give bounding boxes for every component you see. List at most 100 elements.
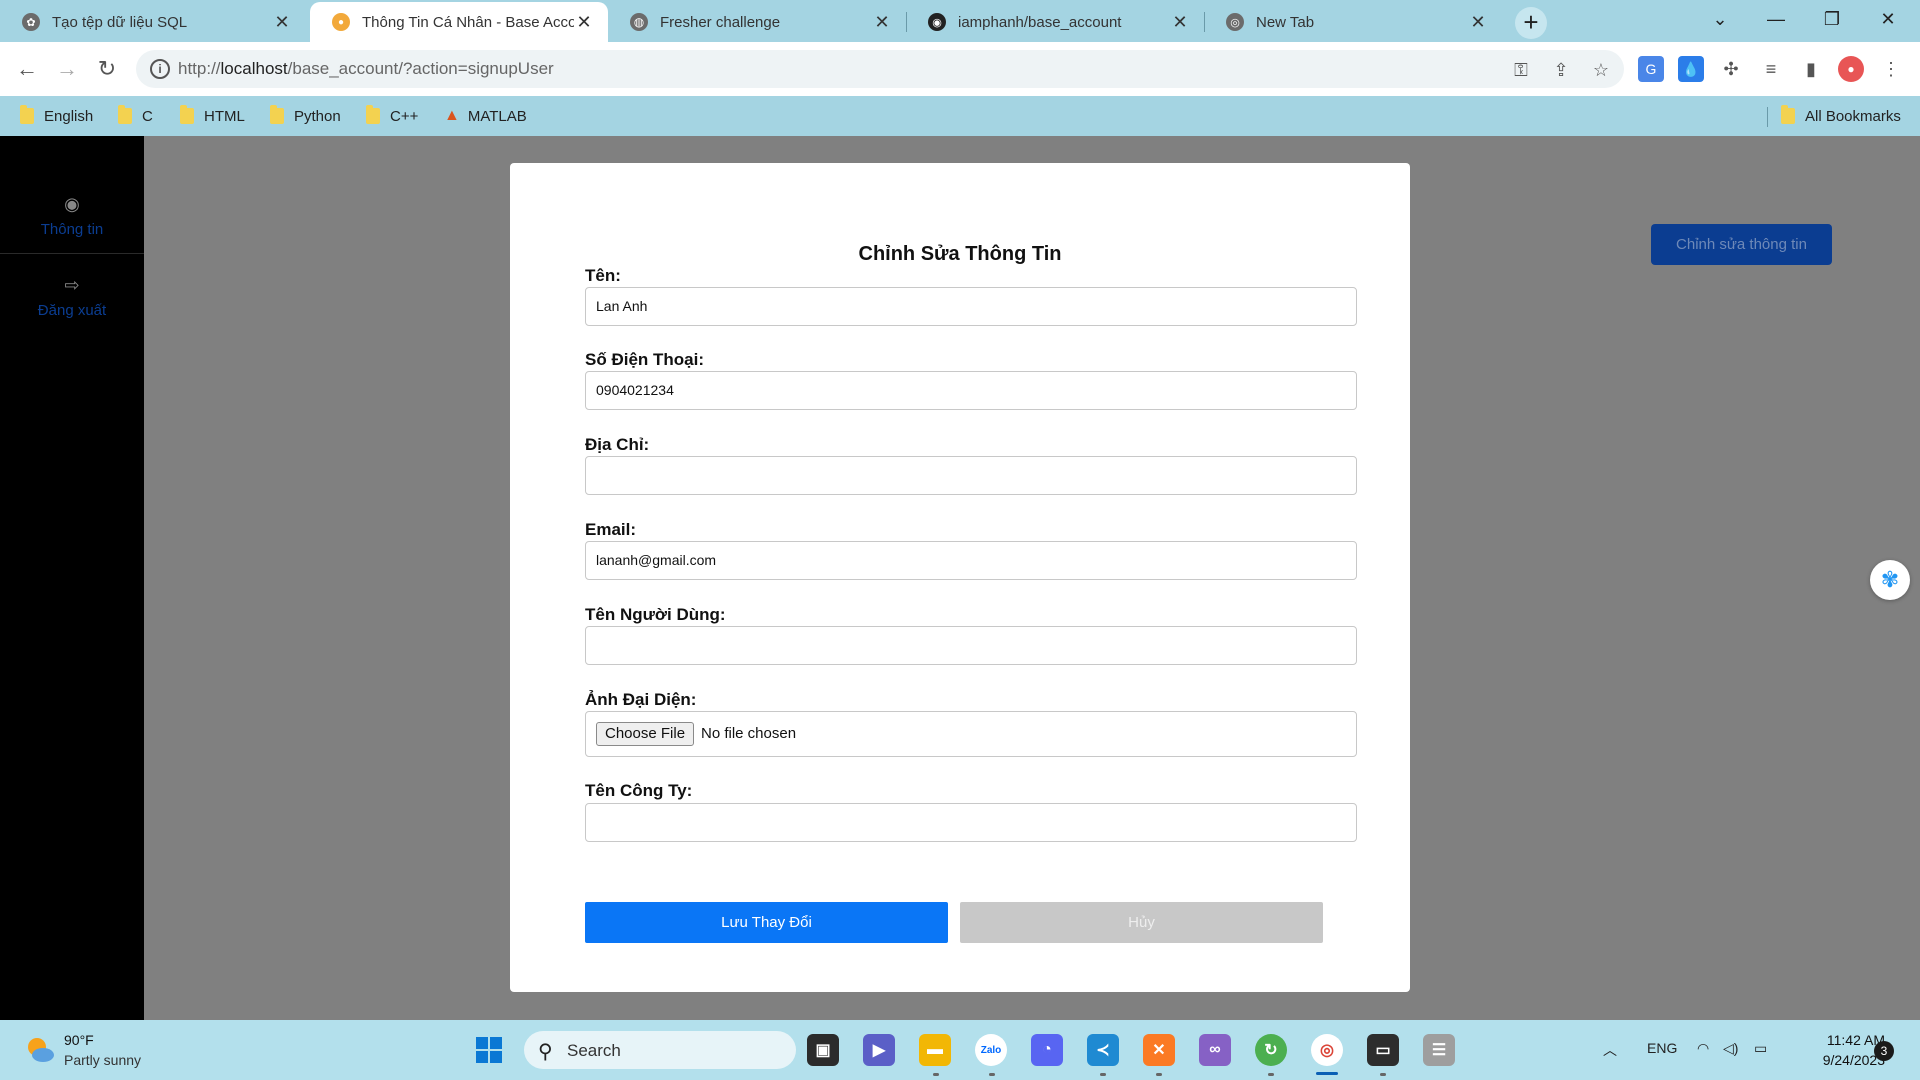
sidebar-item-logout[interactable]: ⇨ Đăng xuất — [0, 275, 144, 319]
notification-count-badge[interactable]: 3 — [1874, 1041, 1894, 1061]
share-icon[interactable]: ⇪ — [1550, 59, 1572, 81]
close-tab-icon[interactable]: ✕ — [872, 12, 892, 33]
clock-date: 9/24/2023 — [1822, 1052, 1885, 1068]
folder-icon — [1781, 105, 1795, 124]
visual-studio-icon[interactable]: ∞ — [1199, 1034, 1231, 1066]
wifi-icon[interactable]: ◠ — [1697, 1040, 1709, 1057]
weather-description[interactable]: Partly sunny — [64, 1052, 141, 1068]
bookmark-c[interactable]: C — [118, 104, 153, 128]
all-bookmarks[interactable]: All Bookmarks — [1781, 104, 1901, 128]
file-explorer-icon[interactable]: ▬ — [919, 1034, 951, 1066]
running-indicator — [1100, 1073, 1106, 1076]
key-icon[interactable]: ⚿ — [1510, 59, 1532, 81]
bookmark-label: HTML — [204, 107, 245, 125]
active-indicator — [1316, 1072, 1338, 1075]
volume-icon[interactable]: ◁) — [1723, 1040, 1738, 1057]
tab-base-account[interactable]: ● Thông Tin Cá Nhân - Base Account ✕ — [310, 2, 608, 42]
teams-icon[interactable]: ▶ — [863, 1034, 895, 1066]
app-green-icon[interactable]: ↻ — [1255, 1034, 1287, 1066]
tab-sql[interactable]: ✿ Tạo tệp dữ liệu SQL ✕ — [0, 2, 306, 42]
translate-extension-icon[interactable]: G — [1638, 56, 1664, 82]
water-drop-extension-icon[interactable]: 💧 — [1678, 56, 1704, 82]
task-view-icon[interactable]: ▣ — [807, 1034, 839, 1066]
company-label: Tên Công Ty: — [585, 781, 693, 800]
xampp-icon[interactable]: ✕ — [1143, 1034, 1175, 1066]
taskbar-search[interactable]: ⚲ Search — [524, 1031, 796, 1069]
taskbar-clock[interactable]: 11:42 AM 9/24/2023 — [1795, 1030, 1885, 1070]
choose-file-button[interactable]: Choose File — [596, 722, 695, 746]
battery-icon[interactable]: ▭ — [1754, 1040, 1767, 1057]
logout-icon: ⇨ — [64, 275, 80, 295]
bookmark-star-icon[interactable]: ☆ — [1590, 59, 1612, 81]
close-window-icon[interactable]: ✕ — [1860, 0, 1916, 38]
save-button[interactable]: Lưu Thay Đổi — [585, 902, 948, 943]
bookmark-python[interactable]: Python — [270, 104, 341, 128]
menu-dots-icon[interactable]: ⋮ — [1878, 56, 1904, 82]
weather-temperature[interactable]: 90°F — [64, 1032, 94, 1048]
username-label: Tên Người Dùng: — [585, 605, 726, 624]
discord-icon[interactable]: ◔ — [1031, 1034, 1063, 1066]
minimize-icon[interactable]: — — [1748, 0, 1804, 38]
reading-list-icon[interactable]: ≡ — [1758, 56, 1784, 82]
show-hidden-icons-chevron-icon[interactable]: ︿ — [1603, 1040, 1617, 1060]
close-tab-icon[interactable]: ✕ — [1170, 12, 1190, 33]
side-panel-icon[interactable]: ▮ — [1798, 56, 1824, 82]
taskbar: 90°F Partly sunny ⚲ Search ▣ ▶ ▬ Zalo ◔ … — [0, 1020, 1920, 1080]
bookmark-label: C++ — [390, 107, 419, 125]
address-input[interactable] — [585, 456, 1357, 495]
bookmark-label: Python — [294, 107, 341, 125]
assistant-floating-icon[interactable]: ✾ — [1870, 560, 1910, 600]
tab-new-tab[interactable]: ◎ New Tab ✕ — [1204, 2, 1502, 42]
tab-search-chevron-icon[interactable]: ⌄ — [1692, 0, 1748, 38]
running-indicator — [933, 1073, 939, 1076]
vscode-icon[interactable]: ≺ — [1087, 1034, 1119, 1066]
tab-github[interactable]: ◉ iamphanh/base_account ✕ — [906, 2, 1204, 42]
bookmark-english[interactable]: English — [20, 104, 93, 128]
phone-label: Số Điện Thoại: — [585, 350, 704, 369]
matlab-icon: ▲ — [444, 107, 460, 124]
folder-icon — [270, 105, 284, 124]
search-icon: ⚲ — [538, 1041, 553, 1063]
search-label: Search — [567, 1041, 621, 1060]
tab-fresher-challenge[interactable]: ◍ Fresher challenge ✕ — [608, 2, 906, 42]
bookmark-label: All Bookmarks — [1805, 107, 1901, 125]
extensions-puzzle-icon[interactable]: ✣ — [1718, 56, 1744, 82]
new-tab-button[interactable]: + — [1515, 7, 1547, 39]
tab-title: New Tab — [1256, 13, 1315, 31]
restore-icon[interactable]: ❐ — [1804, 0, 1860, 38]
chrome-taskbar-icon[interactable]: ◎ — [1311, 1034, 1343, 1066]
tab-title: iamphanh/base_account — [958, 13, 1122, 31]
tab-title: Thông Tin Cá Nhân - Base Account — [362, 13, 574, 31]
bookmark-label: C — [142, 107, 153, 125]
edit-profile-modal: Chỉnh Sửa Thông Tin Tên: Lan Anh Số Điện… — [510, 163, 1410, 992]
modal-title: Chỉnh Sửa Thông Tin — [858, 243, 1062, 265]
name-input[interactable]: Lan Anh — [585, 287, 1357, 326]
bookmark-html[interactable]: HTML — [180, 104, 245, 128]
zalo-icon[interactable]: Zalo — [975, 1034, 1007, 1066]
user-circle-icon: ◉ — [64, 194, 80, 214]
sidebar-item-label: Thông tin — [40, 221, 104, 238]
site-info-icon[interactable]: i — [150, 59, 170, 79]
sidebar-item-profile[interactable]: ◉ Thông tin — [0, 194, 144, 238]
language-indicator[interactable]: ENG — [1647, 1040, 1677, 1056]
back-icon[interactable]: ← — [12, 54, 42, 84]
close-tab-icon[interactable]: ✕ — [272, 12, 292, 33]
reload-icon[interactable]: ↻ — [92, 54, 122, 84]
windows-start-icon[interactable] — [473, 1034, 505, 1066]
email-input[interactable]: lananh@gmail.com — [585, 541, 1357, 580]
forward-icon[interactable]: → — [52, 54, 82, 84]
username-input[interactable] — [585, 626, 1357, 665]
close-tab-icon[interactable]: ✕ — [574, 12, 594, 33]
database-icon[interactable]: ☰ — [1423, 1034, 1455, 1066]
close-tab-icon[interactable]: ✕ — [1468, 12, 1488, 33]
edit-profile-button[interactable]: Chỉnh sửa thông tin — [1651, 224, 1832, 265]
terminal-icon[interactable]: ▭ — [1367, 1034, 1399, 1066]
bookmark-matlab[interactable]: ▲ MATLAB — [444, 104, 527, 128]
phone-input[interactable]: 0904021234 — [585, 371, 1357, 410]
company-input[interactable] — [585, 803, 1357, 842]
profile-avatar-icon[interactable]: ● — [1838, 56, 1864, 82]
bookmark-cpp[interactable]: C++ — [366, 104, 418, 128]
file-status: No file chosen — [701, 725, 797, 742]
address-bar[interactable]: i http://localhost/base_account/?action=… — [136, 50, 1624, 88]
cancel-button[interactable]: Hủy — [960, 902, 1323, 943]
